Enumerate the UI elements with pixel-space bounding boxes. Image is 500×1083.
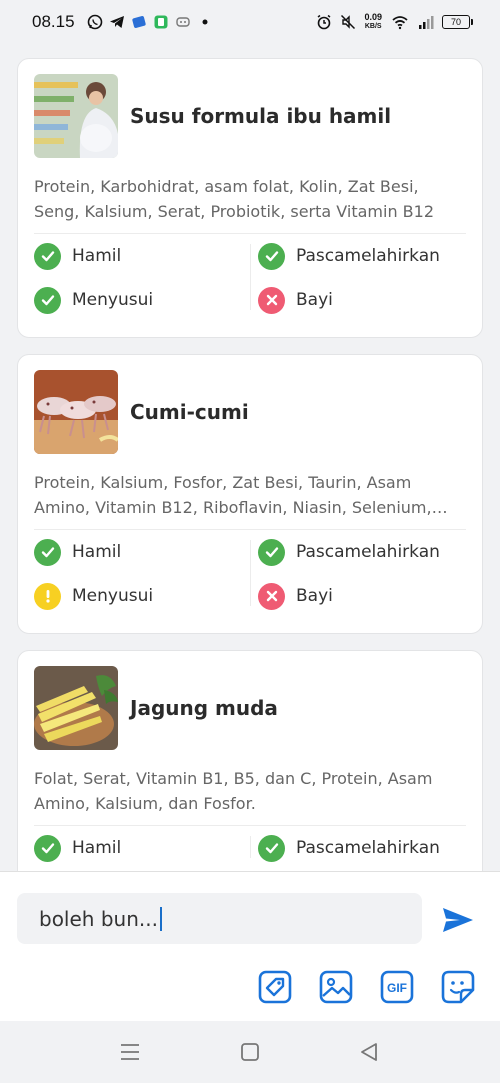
app-icon — [131, 16, 146, 28]
gif-icon: GIF — [380, 970, 414, 1004]
check-icon — [258, 242, 285, 270]
check-icon — [34, 834, 61, 862]
food-nutrients: Folat, Serat, Vitamin B1, B5, dan C, Pro… — [34, 769, 433, 813]
food-title: Jagung muda — [130, 696, 278, 720]
food-title: Susu formula ibu hamil — [130, 104, 392, 128]
tag-icon — [258, 970, 292, 1004]
sticker-button[interactable] — [440, 969, 476, 1005]
net-speed-value: 0.09 — [364, 12, 382, 22]
food-card[interactable]: Cumi-cumi Protein, Kalsium, Fosfor, Zat … — [17, 354, 483, 634]
comment-input[interactable]: boleh bun... — [17, 893, 422, 944]
status-label: Hamil — [72, 246, 122, 266]
mute-icon — [341, 14, 356, 30]
status-label: Bayi — [296, 586, 333, 606]
safety-grid: Hamil Pascamelahirkan — [18, 826, 482, 870]
status-label: Pascamelahirkan — [296, 838, 440, 858]
food-card[interactable]: Jagung muda Folat, Serat, Vitamin B1, B5… — [17, 650, 483, 871]
check-icon — [34, 286, 61, 314]
send-icon — [443, 908, 473, 932]
menu-icon — [121, 1044, 139, 1060]
status-time: 08.15 — [32, 12, 75, 31]
send-button[interactable] — [440, 902, 476, 938]
check-icon — [258, 538, 285, 566]
cross-icon — [258, 582, 285, 610]
food-thumbnail — [34, 666, 118, 750]
status-pascamelahirkan: Pascamelahirkan — [250, 826, 466, 870]
signal-icon — [419, 16, 434, 29]
warning-icon — [34, 582, 61, 610]
cross-icon — [258, 286, 285, 314]
image-icon — [319, 970, 353, 1004]
status-label: Hamil — [72, 838, 122, 858]
status-hamil: Hamil — [34, 530, 250, 574]
status-label: Hamil — [72, 542, 122, 562]
dot-icon — [202, 19, 208, 25]
status-pascamelahirkan: Pascamelahirkan — [250, 234, 466, 278]
alarm-icon — [318, 14, 331, 30]
system-icons: 0.09 KB/S 70 — [316, 13, 473, 31]
home-icon — [241, 1043, 259, 1061]
safety-grid: Hamil Pascamelahirkan Menyusui Bayi — [18, 234, 482, 322]
game-icon — [175, 17, 190, 27]
system-nav-bar — [0, 1021, 500, 1083]
food-nutrients: Protein, Kalsium, Fosfor, Zat Besi, Taur… — [34, 473, 448, 517]
tag-button[interactable] — [257, 969, 293, 1005]
status-pascamelahirkan: Pascamelahirkan — [250, 530, 466, 574]
recents-button[interactable] — [119, 1041, 141, 1063]
whatsapp-icon — [87, 14, 102, 30]
comment-composer: boleh bun... GIF — [0, 871, 500, 1021]
gif-label: GIF — [387, 981, 407, 995]
status-label: Pascamelahirkan — [296, 542, 440, 562]
battery-level: 70 — [450, 17, 461, 27]
comment-input-value: boleh bun... — [39, 906, 158, 931]
status-menyusui: Menyusui — [34, 278, 250, 322]
back-button[interactable] — [358, 1041, 380, 1063]
food-card[interactable]: Susu formula ibu hamil Protein, Karbohid… — [17, 58, 483, 338]
check-icon — [34, 538, 61, 566]
telegram-icon — [109, 16, 124, 28]
status-hamil: Hamil — [34, 826, 250, 870]
safety-grid: Hamil Pascamelahirkan Menyusui Bayi — [18, 530, 482, 618]
net-speed-unit: KB/S — [364, 23, 382, 30]
status-label: Bayi — [296, 290, 333, 310]
status-menyusui: Menyusui — [34, 574, 250, 618]
food-list[interactable]: Susu formula ibu hamil Protein, Karbohid… — [0, 44, 500, 871]
battery-icon: 70 — [442, 15, 473, 29]
check-icon — [258, 834, 285, 862]
status-label: Menyusui — [72, 586, 154, 606]
app-icon — [154, 15, 168, 29]
status-bayi: Bayi — [250, 278, 466, 322]
attachment-toolbar: GIF — [0, 969, 500, 1005]
food-thumbnail — [34, 74, 118, 158]
status-label: Pascamelahirkan — [296, 246, 440, 266]
food-nutrients: Protein, Karbohidrat, asam folat, Kolin,… — [34, 177, 434, 221]
net-speed: 0.09 KB/S — [364, 13, 382, 31]
text-caret — [159, 906, 162, 931]
status-hamil: Hamil — [34, 234, 250, 278]
status-bayi: Bayi — [250, 574, 466, 618]
food-title: Cumi-cumi — [130, 400, 249, 424]
status-bar: 08.15 0.09 KB/S 70 — [0, 0, 500, 44]
home-button[interactable] — [239, 1041, 261, 1063]
status-label: Menyusui — [72, 290, 154, 310]
check-icon — [34, 242, 61, 270]
back-icon — [361, 1043, 377, 1061]
wifi-icon — [392, 16, 408, 30]
image-button[interactable] — [318, 969, 354, 1005]
notification-icons — [87, 14, 213, 30]
food-thumbnail — [34, 370, 118, 454]
gif-button[interactable]: GIF — [379, 969, 415, 1005]
sticker-icon — [441, 970, 475, 1004]
